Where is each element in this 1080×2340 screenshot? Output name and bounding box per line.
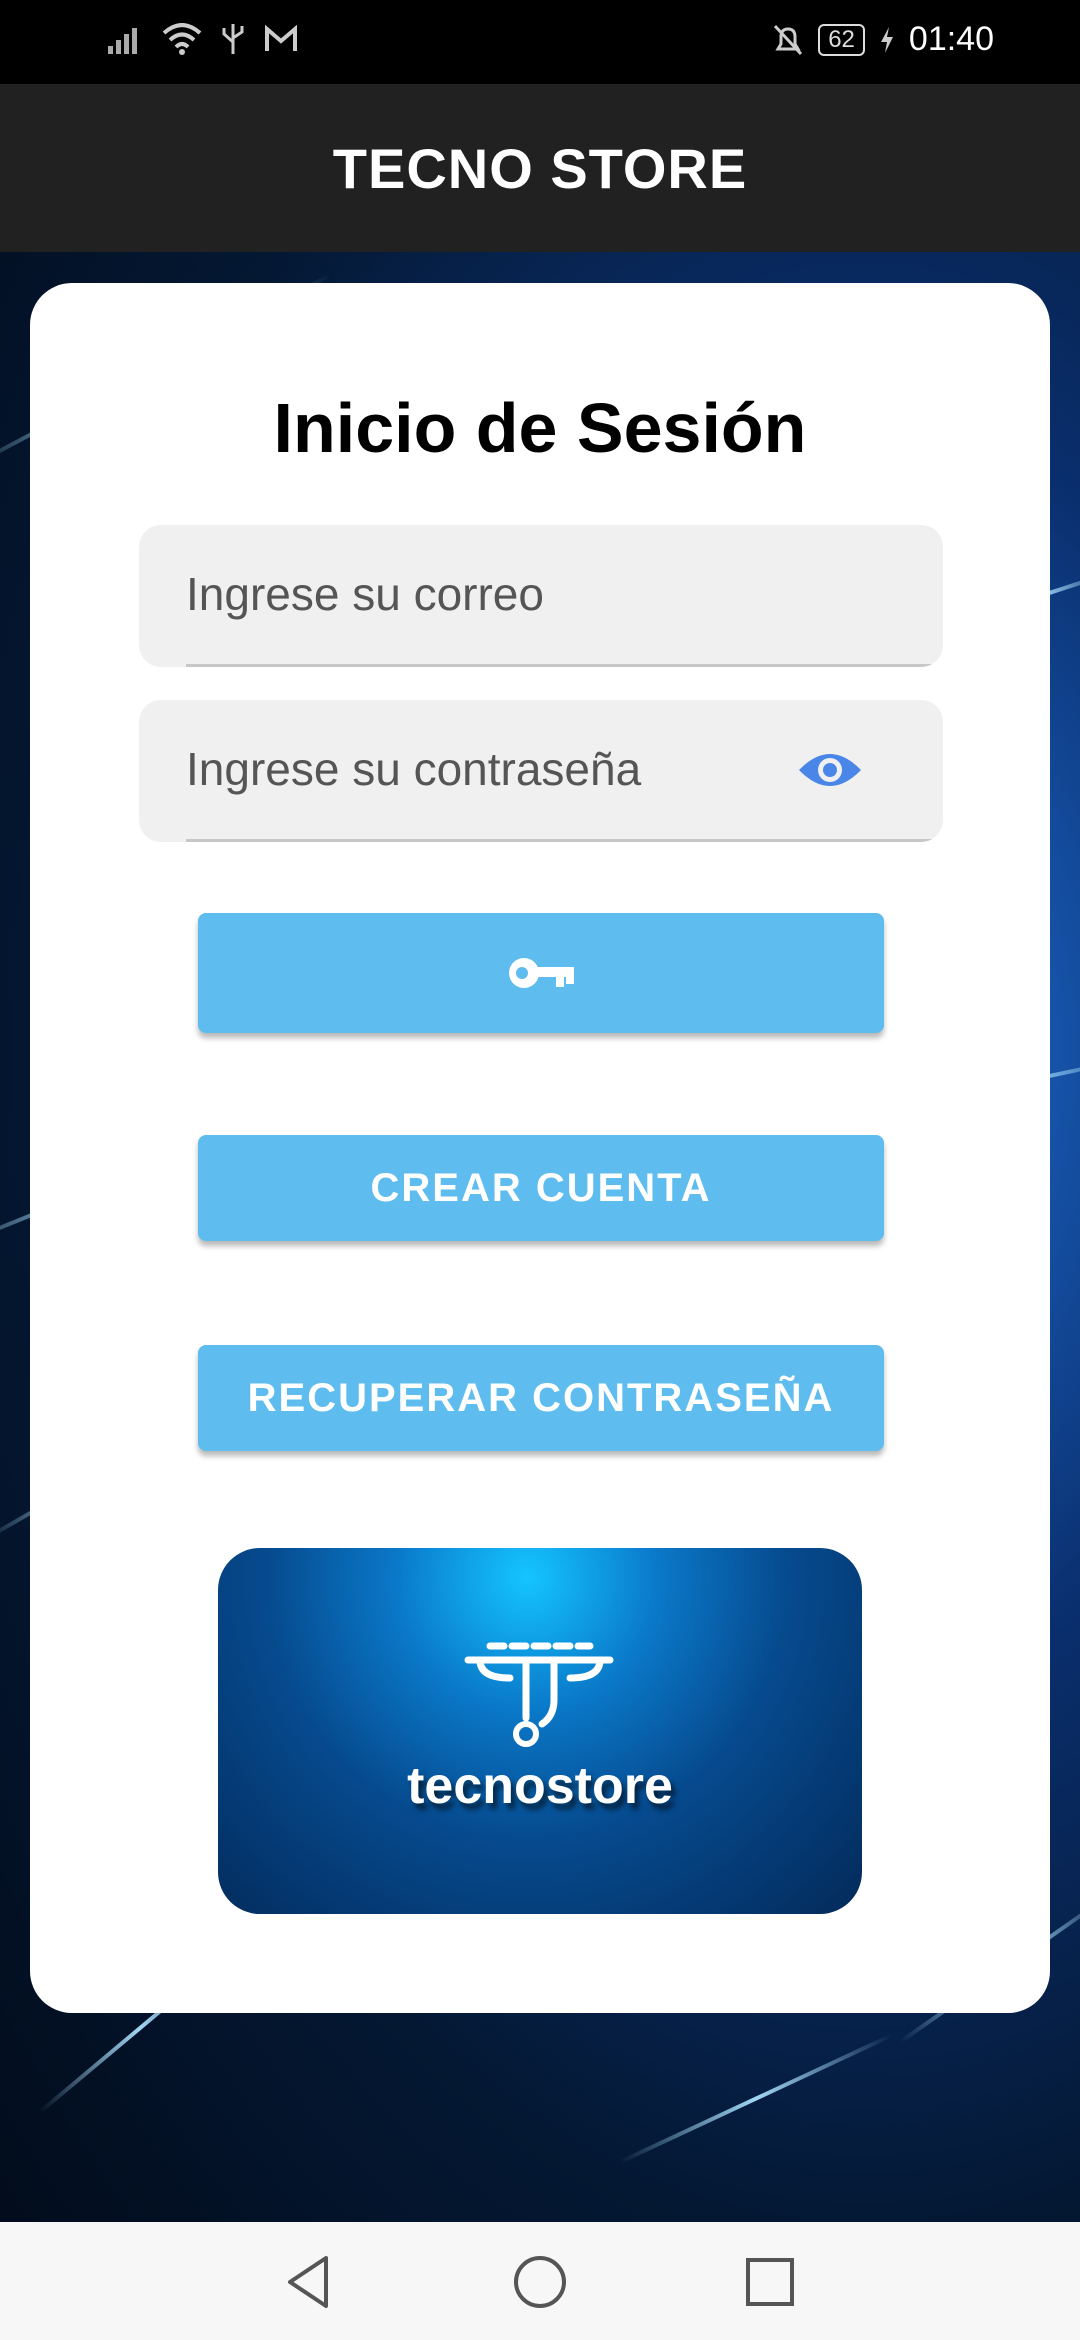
login-card: Inicio de Sesión CREAR CUENTA RECUPERAR … xyxy=(30,283,1050,2013)
page-title: Inicio de Sesión xyxy=(273,389,807,467)
app-bar: TECNO STORE xyxy=(0,84,1080,252)
app-title: TECNO STORE xyxy=(332,136,748,200)
back-icon[interactable] xyxy=(280,2252,340,2312)
password-underline xyxy=(186,839,943,842)
password-field-container xyxy=(139,700,943,842)
create-account-button[interactable]: CREAR CUENTA xyxy=(198,1135,884,1241)
status-time: 01:40 xyxy=(908,20,994,58)
login-button[interactable] xyxy=(198,913,884,1033)
tecnostore-logo: tecnostore xyxy=(218,1548,862,1914)
key-icon xyxy=(509,958,574,988)
status-bar: 62 01:40 xyxy=(0,0,1080,84)
password-field[interactable] xyxy=(186,700,793,838)
usb-icon xyxy=(222,24,244,54)
bell-off-icon xyxy=(774,24,803,55)
home-icon[interactable] xyxy=(510,2252,570,2312)
email-underline xyxy=(186,664,943,667)
navigation-bar xyxy=(0,2222,1080,2340)
email-field[interactable] xyxy=(186,525,903,663)
email-field-container xyxy=(139,525,943,667)
recover-password-button[interactable]: RECUPERAR CONTRASEÑA xyxy=(198,1345,884,1451)
signal-icon xyxy=(108,28,137,54)
battery-icon: 62 xyxy=(818,23,865,56)
wifi-icon xyxy=(162,23,202,55)
logo-t-mark-icon xyxy=(464,1642,614,1747)
gmail-icon xyxy=(265,25,297,51)
recents-icon[interactable] xyxy=(740,2252,800,2312)
eye-icon[interactable] xyxy=(797,746,863,794)
charging-icon xyxy=(880,26,893,53)
logo-text: tecnostore xyxy=(407,1757,673,1815)
